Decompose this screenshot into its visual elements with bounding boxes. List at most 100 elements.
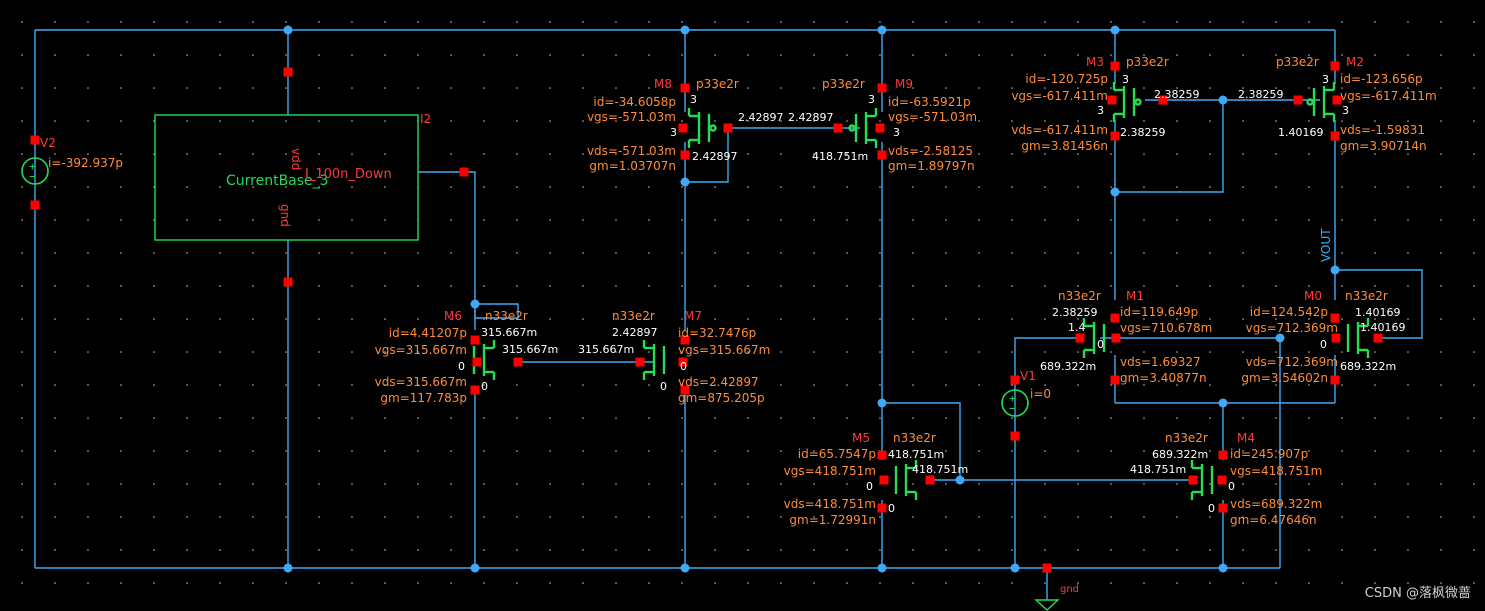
grid-dot xyxy=(1440,87,1442,89)
grid-dot xyxy=(87,450,89,452)
grid-dot xyxy=(351,252,353,254)
grid-dot xyxy=(417,285,419,287)
grid-dot xyxy=(978,450,980,452)
grid-dot xyxy=(516,120,518,122)
grid-dot xyxy=(549,252,551,254)
grid-dot xyxy=(912,516,914,518)
grid-dot xyxy=(813,582,815,584)
grid-dot xyxy=(1176,516,1178,518)
voltage-source-v1[interactable]: + − V1 i=0 xyxy=(1001,369,1051,417)
grid-dot xyxy=(1308,285,1310,287)
grid-dot xyxy=(1209,186,1211,188)
m3-drain-voltage: 2.38259 xyxy=(1120,126,1166,139)
grid-dot xyxy=(318,153,320,155)
i2-vdd-pin: vdd xyxy=(289,148,303,170)
grid-dot xyxy=(945,549,947,551)
grid-dot xyxy=(87,582,89,584)
grid-dot xyxy=(1473,120,1475,122)
grid-dot xyxy=(1308,351,1310,353)
grid-dot xyxy=(1473,516,1475,518)
m2-vds: vds=-1.59831 xyxy=(1340,123,1425,137)
grid-dot xyxy=(714,186,716,188)
m0-drain-voltage: 1.40169 xyxy=(1355,306,1401,319)
grid-dot xyxy=(21,351,23,353)
grid-dot xyxy=(1275,252,1277,254)
grid-dot xyxy=(648,516,650,518)
grid-dot xyxy=(714,417,716,419)
grid-dot xyxy=(549,384,551,386)
grid-dot xyxy=(780,483,782,485)
pin-marker xyxy=(680,150,690,160)
schematic-canvas[interactable]: + − V2 i=-392.937p + − V1 i=0 I2 Current… xyxy=(0,0,1485,611)
grid-dot xyxy=(1176,252,1178,254)
m0-gate-voltage: 1.40169 xyxy=(1360,321,1406,334)
grid-dot xyxy=(516,87,518,89)
grid-dot xyxy=(1242,219,1244,221)
grid-dot xyxy=(780,219,782,221)
grid-dot xyxy=(450,516,452,518)
grid-dot xyxy=(252,285,254,287)
grid-dot xyxy=(252,516,254,518)
grid-dot xyxy=(417,483,419,485)
grid-dot xyxy=(681,582,683,584)
grid-dot xyxy=(747,21,749,23)
grid-dot xyxy=(219,219,221,221)
grid-dot xyxy=(252,384,254,386)
grid-dot xyxy=(153,450,155,452)
svg-text:−: − xyxy=(1009,402,1016,415)
grid-dot xyxy=(252,582,254,584)
grid-dot xyxy=(879,549,881,551)
grid-dot xyxy=(978,384,980,386)
grid-dot xyxy=(879,54,881,56)
grid-dot xyxy=(1176,417,1178,419)
grid-dot xyxy=(780,54,782,56)
grid-dot xyxy=(483,87,485,89)
net-node xyxy=(680,177,690,187)
grid-dot xyxy=(351,186,353,188)
m1-gm: gm=3.40877n xyxy=(1120,371,1207,385)
grid-dot xyxy=(219,21,221,23)
m6-name: M6 xyxy=(444,309,462,323)
grid-dot xyxy=(1209,219,1211,221)
m0-vds: vds=712.369m xyxy=(1246,355,1338,369)
grid-dot xyxy=(1242,483,1244,485)
pin-marker xyxy=(1110,61,1120,71)
grid-dot xyxy=(945,87,947,89)
pin-marker xyxy=(472,357,482,367)
v1-current: i=0 xyxy=(1030,387,1051,401)
grid-dot xyxy=(450,186,452,188)
grid-dot xyxy=(846,252,848,254)
grid-dot xyxy=(1011,417,1013,419)
grid-dot xyxy=(21,153,23,155)
grid-dot xyxy=(978,252,980,254)
grid-dot xyxy=(582,219,584,221)
grid-dot xyxy=(1440,483,1442,485)
grid-dot xyxy=(252,120,254,122)
grid-dot xyxy=(846,582,848,584)
grid-dot xyxy=(21,120,23,122)
grid-dot xyxy=(1110,54,1112,56)
v2-current: i=-392.937p xyxy=(48,156,123,170)
grid-dot xyxy=(714,285,716,287)
grid-dot xyxy=(1473,318,1475,320)
m3-gate-bubble xyxy=(1134,98,1142,106)
grid-dot xyxy=(747,54,749,56)
grid-dot xyxy=(615,582,617,584)
grid-dot xyxy=(1473,252,1475,254)
grid-dot xyxy=(252,549,254,551)
grid-dot xyxy=(846,384,848,386)
m6-model: n33e2r xyxy=(485,309,528,323)
grid-dot xyxy=(87,54,89,56)
grid-dot xyxy=(483,285,485,287)
current-base-block-i2[interactable]: I2 CurrentBase_3 I_100n_Down vdd gnd xyxy=(154,112,431,241)
grid-dot xyxy=(714,549,716,551)
grid-dot xyxy=(1242,21,1244,23)
grid-dot xyxy=(813,87,815,89)
grid-dot xyxy=(648,252,650,254)
grid-dot xyxy=(549,285,551,287)
grid-dot xyxy=(219,450,221,452)
grid-dot xyxy=(21,582,23,584)
grid-dot xyxy=(1242,417,1244,419)
grid-dot xyxy=(549,153,551,155)
grid-dot xyxy=(1011,549,1013,551)
